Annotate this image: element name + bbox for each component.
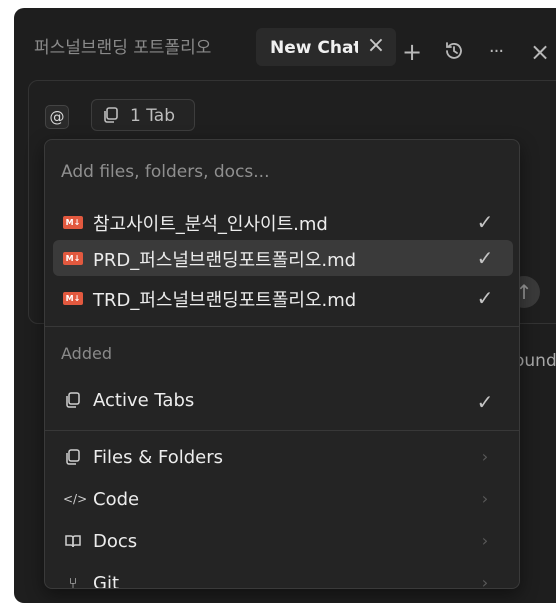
check-icon: ✓ [476,210,494,234]
more-icon[interactable]: ··· [484,40,508,64]
tab-bar: 퍼스널브랜딩 포트폴리오 New Chat × + ··· × [14,8,556,76]
tab-chip-label: 1 Tab [130,106,175,126]
close-icon[interactable]: × [528,40,552,64]
menu-item-label: Git [93,573,120,589]
menu-item-active-tabs[interactable]: Active Tabs ✓ [53,385,513,419]
menu-item-code[interactable]: </> Code › [53,484,513,518]
file-name: 참고사이트_분석_인사이트.md [93,214,328,235]
menu-item-files-folders[interactable]: Files & Folders › [53,442,513,476]
copy-icon [102,106,120,124]
divider [45,430,519,431]
tab-new-chat[interactable]: New Chat × [256,28,396,66]
chevron-right-icon: › [481,489,489,508]
file-row-selected[interactable]: M↓ PRD_퍼스널브랜딩포트폴리오.md ✓ [53,240,513,276]
markdown-icon: M↓ [63,216,83,229]
copy-icon [63,391,83,411]
menu-item-docs[interactable]: Docs › [53,526,513,560]
close-tab-icon[interactable]: × [364,34,388,58]
copy-icon [63,448,83,468]
check-icon: ✓ [476,286,494,310]
tab-context-chip[interactable]: 1 Tab [91,99,195,131]
tab-new-chat-title: New Chat [270,38,358,58]
menu-item-git[interactable]: ⑂ Git › [53,568,513,589]
mention-button[interactable]: @ [45,105,69,129]
git-icon: ⑂ [68,574,78,589]
markdown-icon: M↓ [63,292,83,305]
file-row[interactable]: M↓ TRD_퍼스널브랜딩포트폴리오.md ✓ [53,280,513,316]
added-section-label: Added [61,344,112,363]
check-icon: ✓ [476,246,494,270]
check-icon: ✓ [476,390,494,414]
file-name: PRD_퍼스널브랜딩포트폴리오.md [93,250,357,271]
partial-status-text: ound [514,351,556,371]
plus-icon[interactable]: + [400,40,424,64]
menu-item-label: Docs [93,531,138,552]
tab-portfolio[interactable]: 퍼스널브랜딩 포트폴리오 [34,33,248,61]
code-icon: </> [63,492,88,506]
context-dropdown: M↓ 참고사이트_분석_인사이트.md ✓ M↓ PRD_퍼스널브랜딩포트폴리오… [44,139,520,589]
book-icon [63,532,83,552]
history-icon[interactable] [442,40,466,64]
chevron-right-icon: › [481,531,489,550]
chevron-right-icon: › [481,447,489,466]
divider [45,326,519,327]
chat-window: 퍼스널브랜딩 포트폴리오 New Chat × + ··· × @ 1 Tab … [14,8,556,603]
menu-item-label: Code [93,489,140,510]
markdown-icon: M↓ [63,252,83,265]
file-name: TRD_퍼스널브랜딩포트폴리오.md [93,290,357,311]
context-search-input[interactable] [61,158,501,186]
chevron-right-icon: › [481,573,489,589]
menu-item-label: Files & Folders [93,447,223,468]
file-row[interactable]: M↓ 참고사이트_분석_인사이트.md ✓ [53,204,513,240]
menu-item-label: Active Tabs [93,390,195,411]
